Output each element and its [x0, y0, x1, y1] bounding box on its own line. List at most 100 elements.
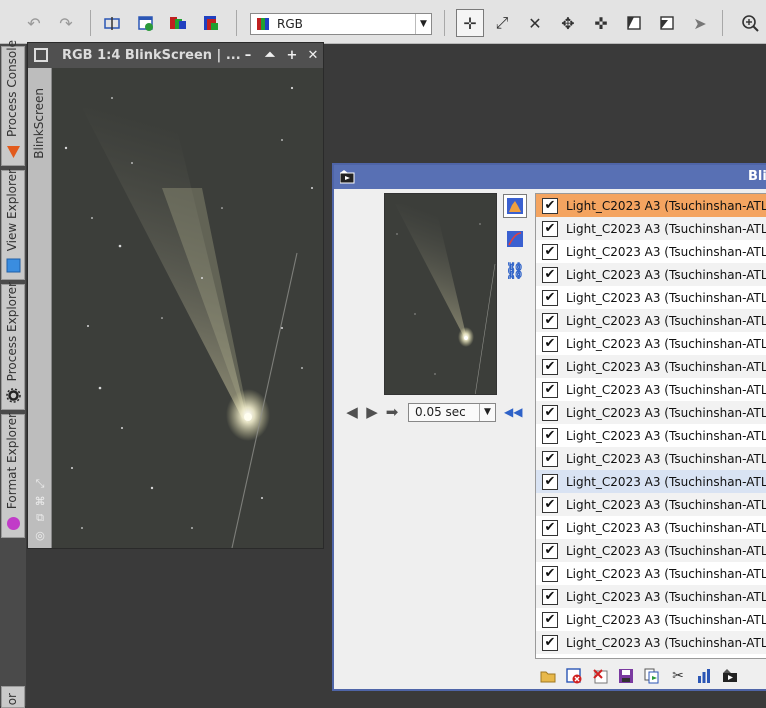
- file-list-item[interactable]: ✔ Light_C2023 A3 (Tsuchinshan-ATLA: [536, 217, 766, 240]
- new-image-icon[interactable]: [134, 11, 158, 35]
- file-list-item[interactable]: ✔ Light_C2023 A3 (Tsuchinshan-ATLA: [536, 447, 766, 470]
- file-checkbox[interactable]: ✔: [542, 266, 558, 283]
- file-list-item[interactable]: ✔ Light_C2023 A3 (Tsuchinshan-ATLA: [536, 493, 766, 516]
- view-tab-strip: BlinkScreen ⤡ ⌘ ⧉ ◎: [28, 68, 52, 548]
- file-checkbox[interactable]: ✔: [542, 358, 558, 375]
- main-toolbar: ↶ ↷ RGB ▼ ✛ ⤢ ✕ ✥ ✜ ➤: [0, 0, 766, 44]
- file-list-item[interactable]: ✔ Light_C2023 A3 (Tsuchinshan-ATLA: [536, 332, 766, 355]
- file-list-item[interactable]: ✔ Light_C2023 A3 (Tsuchinshan-ATLA: [536, 378, 766, 401]
- file-checkbox[interactable]: ✔: [542, 427, 558, 444]
- save-icon[interactable]: [613, 665, 639, 687]
- crop-icon[interactable]: ✂: [665, 665, 691, 687]
- file-checkbox[interactable]: ✔: [542, 220, 558, 237]
- histogram-icon[interactable]: [503, 194, 527, 218]
- close-icon[interactable]: ✕: [305, 47, 321, 63]
- tab-partial[interactable]: or: [1, 686, 25, 708]
- play-icon[interactable]: ▶: [362, 402, 382, 422]
- file-checkbox[interactable]: ✔: [542, 542, 558, 559]
- pointer-icon[interactable]: ➤: [688, 11, 712, 35]
- pan-icon[interactable]: ✥: [556, 11, 580, 35]
- file-list-item[interactable]: ✔ Light_C2023 A3 (Tsuchinshan-ATLA: [536, 585, 766, 608]
- comet-image[interactable]: [52, 68, 323, 548]
- tab-view-explorer[interactable]: View Explorer: [1, 169, 25, 280]
- file-name: Light_C2023 A3 (Tsuchinshan-ATLA: [565, 313, 766, 328]
- file-checkbox[interactable]: ✔: [542, 588, 558, 605]
- undo-icon[interactable]: ↶: [22, 11, 46, 35]
- file-checkbox[interactable]: ✔: [542, 243, 558, 260]
- file-list-item[interactable]: ✔ Light_C2023 A3 (Tsuchinshan-ATLA: [536, 608, 766, 631]
- combine-channels-icon[interactable]: [199, 11, 223, 35]
- file-checkbox[interactable]: ✔: [542, 496, 558, 513]
- make-movie-icon[interactable]: [717, 665, 743, 687]
- link-icon[interactable]: ⛓: [503, 258, 527, 282]
- file-list-item[interactable]: ✔ Light_C2023 A3 (Tsuchinshan-ATLA: [536, 194, 766, 217]
- blink-preview-thumbnail[interactable]: [384, 193, 497, 395]
- file-checkbox[interactable]: ✔: [542, 381, 558, 398]
- tab-process-explorer[interactable]: Process Explorer: [1, 282, 25, 410]
- redo-icon[interactable]: ↷: [54, 11, 78, 35]
- minimize-icon[interactable]: –: [240, 47, 256, 63]
- chevron-down-icon[interactable]: ▼: [479, 403, 495, 421]
- file-checkbox[interactable]: ✔: [542, 565, 558, 582]
- next-icon[interactable]: ➡: [382, 402, 402, 422]
- file-list-item[interactable]: ✔ Light_C2023 A3 (Tsuchinshan-ATLA: [536, 516, 766, 539]
- file-checkbox[interactable]: ✔: [542, 450, 558, 467]
- file-list-item[interactable]: ✔ Light_C2023 A3 (Tsuchinshan-ATLA: [536, 470, 766, 493]
- file-list-item[interactable]: ✔ Light_C2023 A3 (Tsuchinshan-ATLA: [536, 631, 766, 654]
- center-icon[interactable]: ✜: [589, 11, 613, 35]
- file-checkbox[interactable]: ✔: [542, 289, 558, 306]
- file-name: Light_C2023 A3 (Tsuchinshan-ATLA: [565, 474, 766, 489]
- blink-process-icon: [339, 170, 356, 187]
- file-checkbox[interactable]: ✔: [542, 404, 558, 421]
- auto-stretch-icon[interactable]: [503, 227, 527, 251]
- zoom-in-icon[interactable]: [738, 11, 762, 35]
- file-checkbox[interactable]: ✔: [542, 519, 558, 536]
- file-checkbox[interactable]: ✔: [542, 634, 558, 651]
- tab-format-explorer[interactable]: Format Explorer: [1, 413, 25, 538]
- file-list-item[interactable]: ✔ Light_C2023 A3 (Tsuchinshan-ATLA: [536, 240, 766, 263]
- file-checkbox[interactable]: ✔: [542, 197, 558, 214]
- file-list-item[interactable]: ✔ Light_C2023 A3 (Tsuchinshan-ATLA: [536, 539, 766, 562]
- previous-icon[interactable]: ◀: [342, 402, 362, 422]
- file-name: Light_C2023 A3 (Tsuchinshan-ATLA: [565, 267, 766, 282]
- preview-icon[interactable]: [622, 11, 646, 35]
- blink-window-titlebar[interactable]: Blin: [334, 165, 766, 189]
- file-name: Light_C2023 A3 (Tsuchinshan-ATLA: [565, 428, 766, 443]
- target-icon[interactable]: ◎: [34, 529, 46, 542]
- statistics-icon[interactable]: [691, 665, 717, 687]
- view-tab-label[interactable]: BlinkScreen: [32, 88, 46, 159]
- playback-controls: ◀ ▶ ➡ 0.05 sec ▼ ◀◀: [342, 402, 522, 422]
- file-list-item[interactable]: ✔ Light_C2023 A3 (Tsuchinshan-ATLA: [536, 562, 766, 585]
- copy-to-icon[interactable]: [639, 665, 665, 687]
- file-checkbox[interactable]: ✔: [542, 312, 558, 329]
- close-selected-icon[interactable]: [561, 665, 587, 687]
- crosshair-icon[interactable]: ✛: [458, 11, 482, 35]
- zoom-in-arrows-icon[interactable]: ⤢: [490, 11, 514, 35]
- first-frame-icon[interactable]: ◀◀: [504, 405, 522, 419]
- split-channels-icon[interactable]: [166, 11, 190, 35]
- file-checkbox[interactable]: ✔: [542, 473, 558, 490]
- tab-process-console[interactable]: Process Console: [1, 40, 25, 166]
- file-list-item[interactable]: ✔ Light_C2023 A3 (Tsuchinshan-ATLA: [536, 309, 766, 332]
- chevron-down-icon[interactable]: ▼: [415, 14, 431, 34]
- zoom-icon[interactable]: ⌘: [34, 495, 46, 508]
- file-list-item[interactable]: ✔ Light_C2023 A3 (Tsuchinshan-ATLA: [536, 355, 766, 378]
- new-view-icon[interactable]: [100, 11, 124, 35]
- file-checkbox[interactable]: ✔: [542, 335, 558, 352]
- fit-icon[interactable]: ⤡: [34, 477, 46, 490]
- file-list-item[interactable]: ✔ Light_C2023 A3 (Tsuchinshan-ATLA: [536, 401, 766, 424]
- close-unselected-icon[interactable]: [587, 665, 613, 687]
- file-list-item[interactable]: ✔ Light_C2023 A3 (Tsuchinshan-ATLA: [536, 286, 766, 309]
- file-checkbox[interactable]: ✔: [542, 611, 558, 628]
- edit-preview-icon[interactable]: [655, 11, 679, 35]
- file-list-item[interactable]: ✔ Light_C2023 A3 (Tsuchinshan-ATLA: [536, 263, 766, 286]
- zoom-out-arrows-icon[interactable]: ✕: [523, 11, 547, 35]
- shade-icon[interactable]: ⏶: [262, 47, 278, 63]
- color-mode-select[interactable]: RGB ▼: [250, 13, 432, 35]
- open-folder-icon[interactable]: [535, 665, 561, 687]
- blink-speed-select[interactable]: 0.05 sec ▼: [408, 402, 496, 422]
- image-window-titlebar[interactable]: RGB 1:4 BlinkScreen | ... – ⏶ + ✕: [28, 43, 323, 68]
- clone-icon[interactable]: ⧉: [34, 511, 46, 524]
- file-list-item[interactable]: ✔ Light_C2023 A3 (Tsuchinshan-ATLA: [536, 424, 766, 447]
- maximize-icon[interactable]: +: [284, 47, 300, 63]
